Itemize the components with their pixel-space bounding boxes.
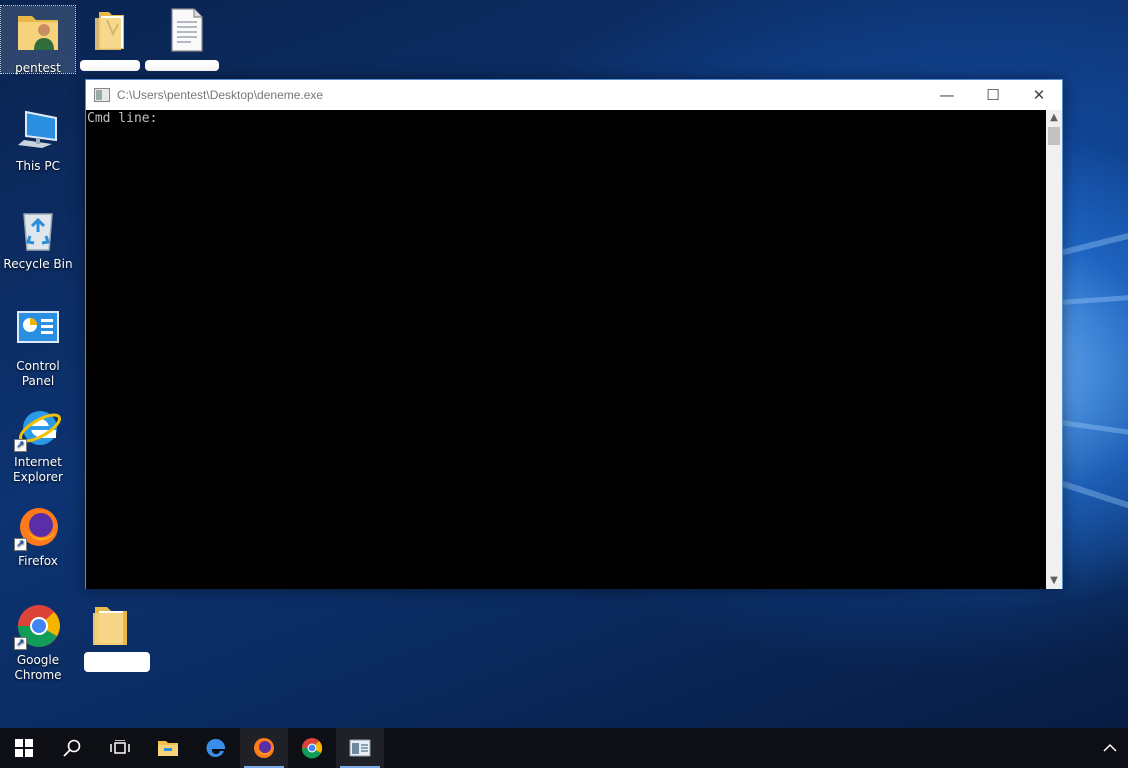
scroll-down-icon[interactable]: ▼	[1046, 573, 1062, 589]
vertical-scrollbar[interactable]: ▲ ▼	[1046, 110, 1062, 589]
desktop-icon-label: Recycle Bin	[3, 257, 73, 271]
desktop-icon-folder-2[interactable]	[74, 601, 148, 652]
shortcut-arrow-icon: ↗	[14, 439, 27, 452]
firefox-icon: ↗	[14, 503, 62, 551]
desktop-icon-label: Internet Explorer	[13, 455, 63, 484]
internet-explorer-icon: ↗	[14, 404, 62, 452]
desktop-icon-google-chrome[interactable]: ↗ Google Chrome	[1, 602, 75, 683]
shortcut-arrow-icon: ↗	[14, 637, 27, 650]
desktop-icon-label: Control Panel	[16, 359, 60, 388]
folder-icon	[87, 6, 135, 54]
console-taskbar-button[interactable]	[336, 728, 384, 768]
file-explorer-icon	[158, 741, 178, 756]
shortcut-arrow-icon: ↗	[14, 538, 27, 551]
chevron-up-icon	[1103, 743, 1117, 752]
desktop-icon-folder-1[interactable]	[74, 6, 148, 57]
desktop-icon-label: This PC	[16, 159, 60, 173]
chrome-icon	[301, 738, 323, 759]
taskbar	[0, 728, 1128, 768]
desktop-icon-label: Google Chrome	[14, 653, 62, 682]
desktop-icon-control-panel[interactable]: Control Panel	[1, 308, 75, 389]
console-app-icon	[349, 739, 371, 757]
scroll-up-icon[interactable]: ▲	[1046, 110, 1062, 126]
recycle-bin-icon	[14, 206, 62, 254]
redacted-label	[80, 60, 140, 71]
file-explorer-button[interactable]	[144, 728, 192, 768]
console-output[interactable]: Cmd line:	[86, 110, 1047, 589]
minimize-button[interactable]: —	[924, 80, 970, 109]
desktop-icon-recycle-bin[interactable]: Recycle Bin	[1, 206, 75, 272]
task-view-button[interactable]	[96, 728, 144, 768]
task-view-icon	[110, 740, 130, 754]
folder-icon	[87, 601, 135, 649]
redacted-label	[84, 652, 150, 672]
user-folder-icon	[14, 10, 62, 58]
desktop-icon-internet-explorer[interactable]: ↗ Internet Explorer	[1, 404, 75, 485]
start-button[interactable]	[0, 728, 48, 768]
console-window-icon	[94, 88, 110, 102]
system-tray	[1092, 728, 1128, 768]
desktop-icon-pentest[interactable]: pentest	[0, 5, 76, 75]
control-panel-icon	[14, 308, 62, 356]
firefox-taskbar-button[interactable]	[240, 728, 288, 768]
window-titlebar[interactable]: C:\Users\pentest\Desktop\deneme.exe — ☐ …	[86, 80, 1062, 110]
desktop-icon-label: Firefox	[18, 554, 58, 568]
computer-icon	[14, 108, 62, 156]
chrome-taskbar-button[interactable]	[288, 728, 336, 768]
maximize-button[interactable]: ☐	[970, 80, 1016, 109]
edge-icon	[206, 738, 226, 757]
desktop-icon-this-pc[interactable]: This PC	[1, 108, 75, 174]
start-icon	[15, 739, 33, 757]
text-document-icon	[163, 6, 211, 54]
edge-button[interactable]	[192, 728, 240, 768]
search-button[interactable]	[48, 728, 96, 768]
redacted-label	[145, 60, 219, 71]
desktop-icon-label: pentest	[15, 61, 61, 75]
console-window[interactable]: C:\Users\pentest\Desktop\deneme.exe — ☐ …	[85, 79, 1063, 589]
show-hidden-icons-button[interactable]	[1092, 728, 1128, 768]
close-button[interactable]: ✕	[1016, 80, 1062, 109]
search-icon	[63, 739, 81, 757]
chrome-icon: ↗	[14, 602, 62, 650]
desktop-icon-text-document[interactable]	[150, 6, 224, 57]
window-title: C:\Users\pentest\Desktop\deneme.exe	[117, 88, 324, 102]
desktop-icon-firefox[interactable]: ↗ Firefox	[1, 503, 75, 569]
scroll-thumb[interactable]	[1048, 127, 1060, 145]
firefox-icon	[254, 738, 274, 758]
